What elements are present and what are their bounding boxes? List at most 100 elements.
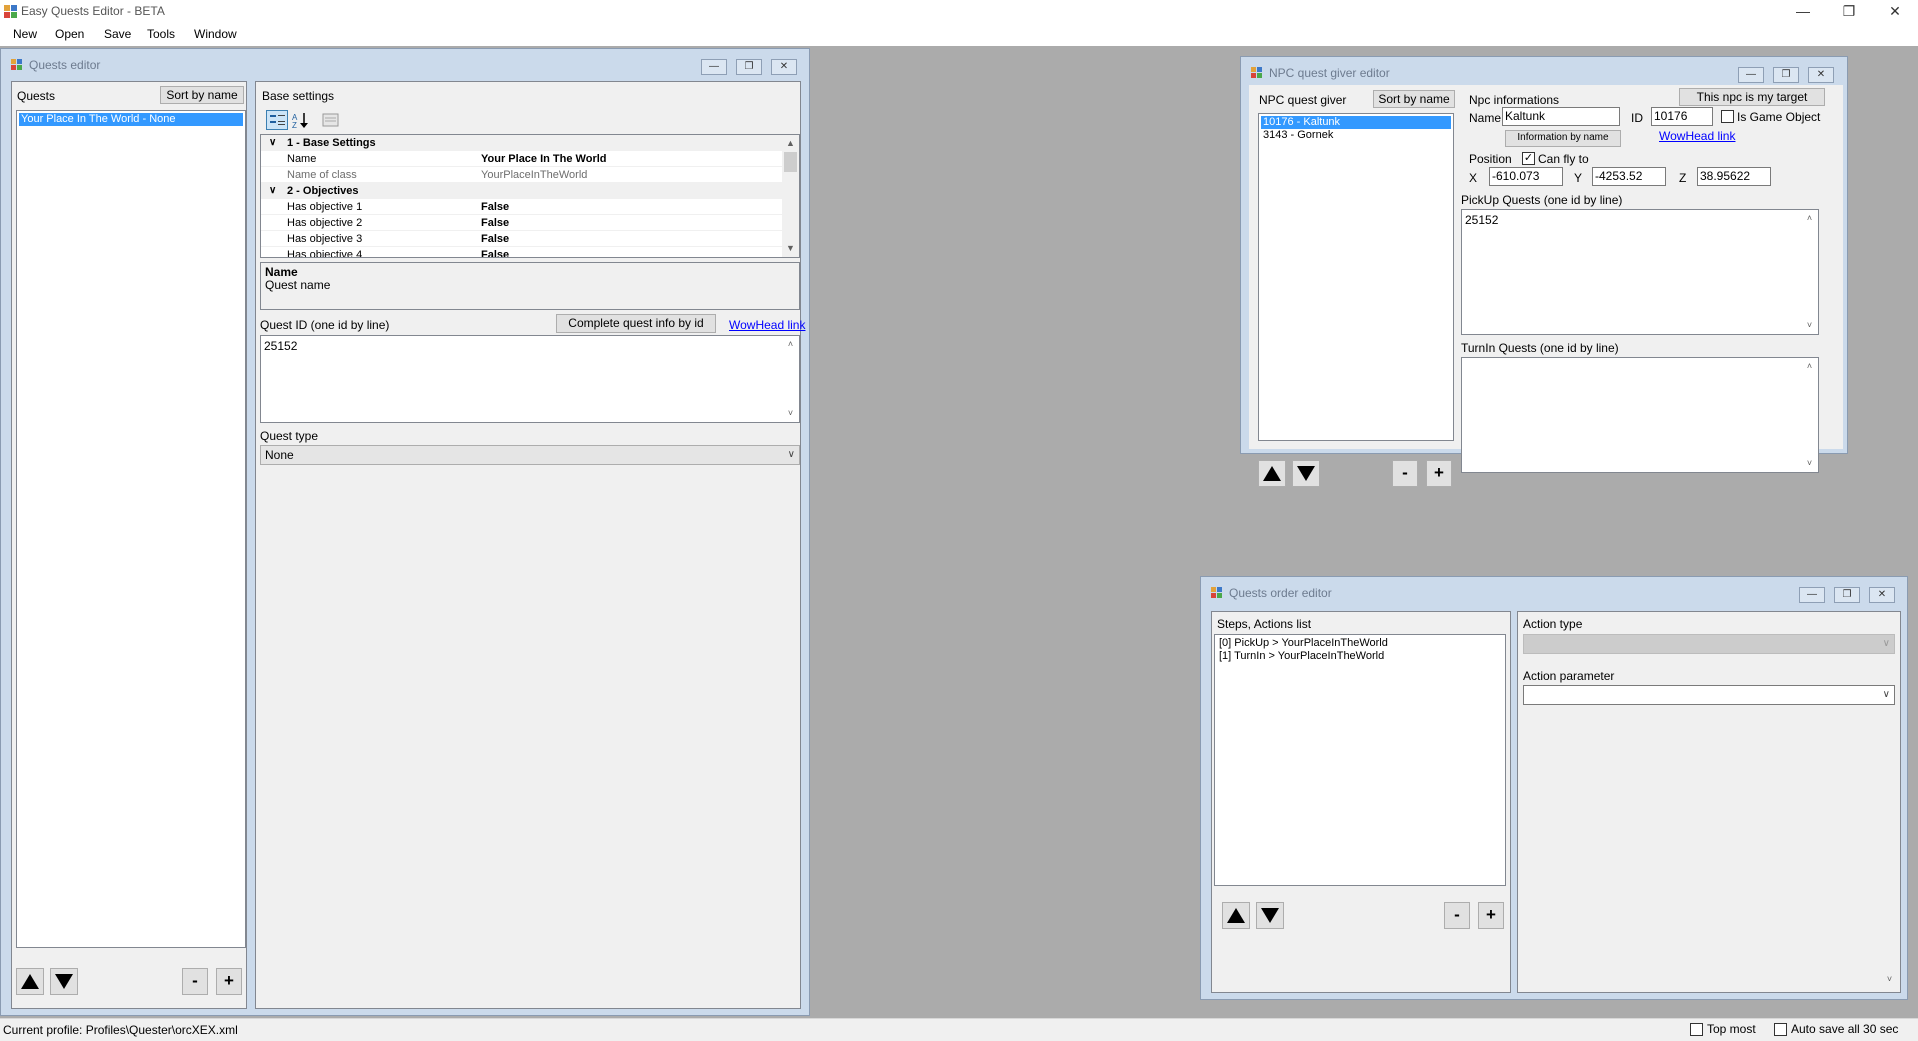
collapse-icon[interactable]: ∨ bbox=[269, 135, 276, 151]
scroll-down-icon[interactable]: ˅ bbox=[782, 405, 799, 422]
action-parameter-select[interactable]: ∨ bbox=[1523, 685, 1895, 705]
menu-save[interactable]: Save bbox=[104, 27, 131, 41]
menu-tools[interactable]: Tools bbox=[147, 27, 175, 41]
z-label: Z bbox=[1679, 171, 1687, 185]
move-up-button[interactable] bbox=[16, 968, 44, 995]
minimize-icon[interactable]: — bbox=[701, 59, 727, 75]
restore-icon[interactable]: ❐ bbox=[1826, 0, 1872, 24]
list-item[interactable]: [1] TurnIn > YourPlaceInTheWorld bbox=[1217, 650, 1503, 663]
restore-icon[interactable]: ❐ bbox=[1834, 587, 1860, 603]
minimize-icon[interactable]: — bbox=[1799, 587, 1825, 603]
action-type-select[interactable]: ∨ bbox=[1523, 634, 1895, 654]
npc-name-field[interactable]: Kaltunk bbox=[1502, 107, 1620, 126]
property-grid-scrollbar[interactable]: ▲ ▼ bbox=[782, 135, 799, 257]
is-game-object-checkbox[interactable] bbox=[1721, 110, 1734, 123]
quests-editor-window[interactable]: Quests editor — ❐ ✕ Quests Sort by name … bbox=[0, 48, 810, 1016]
property-value[interactable]: False bbox=[481, 199, 509, 215]
pickup-quests-textarea[interactable]: 25152 ˄ ˅ bbox=[1461, 209, 1819, 335]
textarea-scrollbar[interactable]: ˄ ˅ bbox=[1801, 358, 1818, 472]
move-up-button[interactable] bbox=[1258, 460, 1286, 487]
npc-editor-window[interactable]: NPC quest giver editor — ❐ ✕ NPC quest g… bbox=[1240, 56, 1848, 473]
add-quest-button[interactable]: + bbox=[216, 968, 242, 995]
sort-by-name-button[interactable]: Sort by name bbox=[1373, 90, 1455, 108]
add-npc-button[interactable]: + bbox=[1426, 460, 1452, 487]
steps-list[interactable]: [0] PickUp > YourPlaceInTheWorld [1] Tur… bbox=[1214, 634, 1506, 886]
auto-save-label: Auto save all 30 sec bbox=[1791, 1022, 1899, 1036]
list-item[interactable]: 3143 - Gornek bbox=[1261, 129, 1451, 142]
npc-list[interactable]: 10176 - Kaltunk 3143 - Gornek bbox=[1258, 113, 1454, 441]
menu-open[interactable]: Open bbox=[55, 27, 84, 41]
scroll-down-icon[interactable]: ˅ bbox=[1801, 455, 1818, 472]
property-row[interactable]: Has objective 3 False bbox=[261, 231, 782, 247]
categorized-button[interactable] bbox=[266, 110, 288, 130]
property-grid[interactable]: ∨ 1 - Base Settings Name Your Place In The … bbox=[260, 134, 800, 258]
collapse-icon[interactable]: ∨ bbox=[269, 183, 276, 199]
scroll-down-icon[interactable]: ˅ bbox=[1881, 971, 1898, 988]
quests-list[interactable]: Your Place In The World - None bbox=[16, 110, 246, 948]
information-by-name-button[interactable]: Information by name bbox=[1505, 130, 1621, 147]
property-category[interactable]: ∨ 1 - Base Settings bbox=[261, 135, 782, 151]
remove-step-button[interactable]: - bbox=[1444, 902, 1470, 929]
remove-quest-button[interactable]: - bbox=[182, 968, 208, 995]
property-row[interactable]: Name of class YourPlaceInTheWorld bbox=[261, 167, 782, 183]
textarea-scrollbar[interactable]: ˄ ˅ bbox=[782, 336, 799, 422]
minimize-icon[interactable]: — bbox=[1738, 67, 1764, 83]
property-row[interactable]: Has objective 2 False bbox=[261, 215, 782, 231]
add-step-button[interactable]: + bbox=[1478, 902, 1504, 929]
scroll-thumb[interactable] bbox=[784, 152, 797, 172]
scroll-down-icon[interactable]: ▼ bbox=[782, 240, 799, 257]
list-item[interactable]: [0] PickUp > YourPlaceInTheWorld bbox=[1217, 637, 1503, 650]
property-value[interactable]: YourPlaceInTheWorld bbox=[481, 167, 587, 183]
textarea-scrollbar[interactable]: ˄ ˅ bbox=[1801, 210, 1818, 334]
move-down-button[interactable] bbox=[1256, 902, 1284, 929]
scroll-up-icon[interactable]: ˄ bbox=[1801, 358, 1818, 375]
property-value[interactable]: False bbox=[481, 231, 509, 247]
auto-save-checkbox[interactable] bbox=[1774, 1023, 1787, 1036]
list-item[interactable]: Your Place In The World - None bbox=[19, 113, 243, 126]
property-row[interactable]: Has objective 4 False bbox=[261, 247, 782, 257]
move-down-button[interactable] bbox=[50, 968, 78, 995]
action-panel-scrollbar[interactable]: ˅ bbox=[1881, 708, 1898, 988]
turnin-quests-textarea[interactable]: ˄ ˅ bbox=[1461, 357, 1819, 473]
property-value[interactable]: Your Place In The World bbox=[481, 151, 607, 167]
restore-icon[interactable]: ❐ bbox=[736, 59, 762, 75]
npc-id-field[interactable]: 10176 bbox=[1651, 107, 1713, 126]
z-field[interactable]: 38.95622 bbox=[1697, 167, 1771, 186]
quest-type-select[interactable]: None ∨ bbox=[260, 445, 800, 465]
move-down-button[interactable] bbox=[1292, 460, 1320, 487]
menu-window[interactable]: Window bbox=[194, 27, 237, 41]
scroll-up-icon[interactable]: ▲ bbox=[782, 135, 799, 152]
y-field[interactable]: -4253.52 bbox=[1592, 167, 1666, 186]
property-row[interactable]: Has objective 1 False bbox=[261, 199, 782, 215]
property-pages-button[interactable] bbox=[320, 110, 342, 130]
top-most-checkbox[interactable] bbox=[1690, 1023, 1703, 1036]
remove-npc-button[interactable]: - bbox=[1392, 460, 1418, 487]
move-up-button[interactable] bbox=[1222, 902, 1250, 929]
property-row[interactable]: Name Your Place In The World bbox=[261, 151, 782, 167]
sort-by-name-button[interactable]: Sort by name bbox=[160, 86, 244, 104]
restore-icon[interactable]: ❐ bbox=[1773, 67, 1799, 83]
scroll-up-icon[interactable]: ˄ bbox=[1801, 210, 1818, 227]
wowhead-link[interactable]: WowHead link bbox=[729, 318, 805, 332]
property-value[interactable]: False bbox=[481, 215, 509, 231]
menu-new[interactable]: New bbox=[13, 27, 37, 41]
can-fly-checkbox[interactable]: ✓ bbox=[1522, 152, 1535, 165]
close-icon[interactable]: ✕ bbox=[1869, 587, 1895, 603]
quest-ids-textarea[interactable]: 25152 ˄ ˅ bbox=[260, 335, 800, 423]
wowhead-link[interactable]: WowHead link bbox=[1659, 129, 1735, 143]
complete-quest-info-button[interactable]: Complete quest info by id bbox=[556, 314, 716, 333]
scroll-up-icon[interactable]: ˄ bbox=[782, 336, 799, 353]
scroll-down-icon[interactable]: ˅ bbox=[1801, 317, 1818, 334]
arrow-down-icon bbox=[1297, 466, 1315, 481]
quests-order-editor-window[interactable]: Quests order editor — ❐ ✕ Steps, Actions… bbox=[1200, 576, 1908, 1000]
property-category[interactable]: ∨ 2 - Objectives bbox=[261, 183, 782, 199]
close-icon[interactable]: ✕ bbox=[771, 59, 797, 75]
property-value[interactable]: False bbox=[481, 247, 509, 257]
list-item[interactable]: 10176 - Kaltunk bbox=[1261, 116, 1451, 129]
x-field[interactable]: -610.073 bbox=[1489, 167, 1563, 186]
this-npc-is-my-target-button[interactable]: This npc is my target bbox=[1679, 88, 1825, 106]
alphabetical-button[interactable]: A Z bbox=[290, 110, 312, 130]
close-icon[interactable]: ✕ bbox=[1872, 0, 1918, 24]
minimize-icon[interactable]: — bbox=[1780, 0, 1826, 24]
close-icon[interactable]: ✕ bbox=[1808, 67, 1834, 83]
